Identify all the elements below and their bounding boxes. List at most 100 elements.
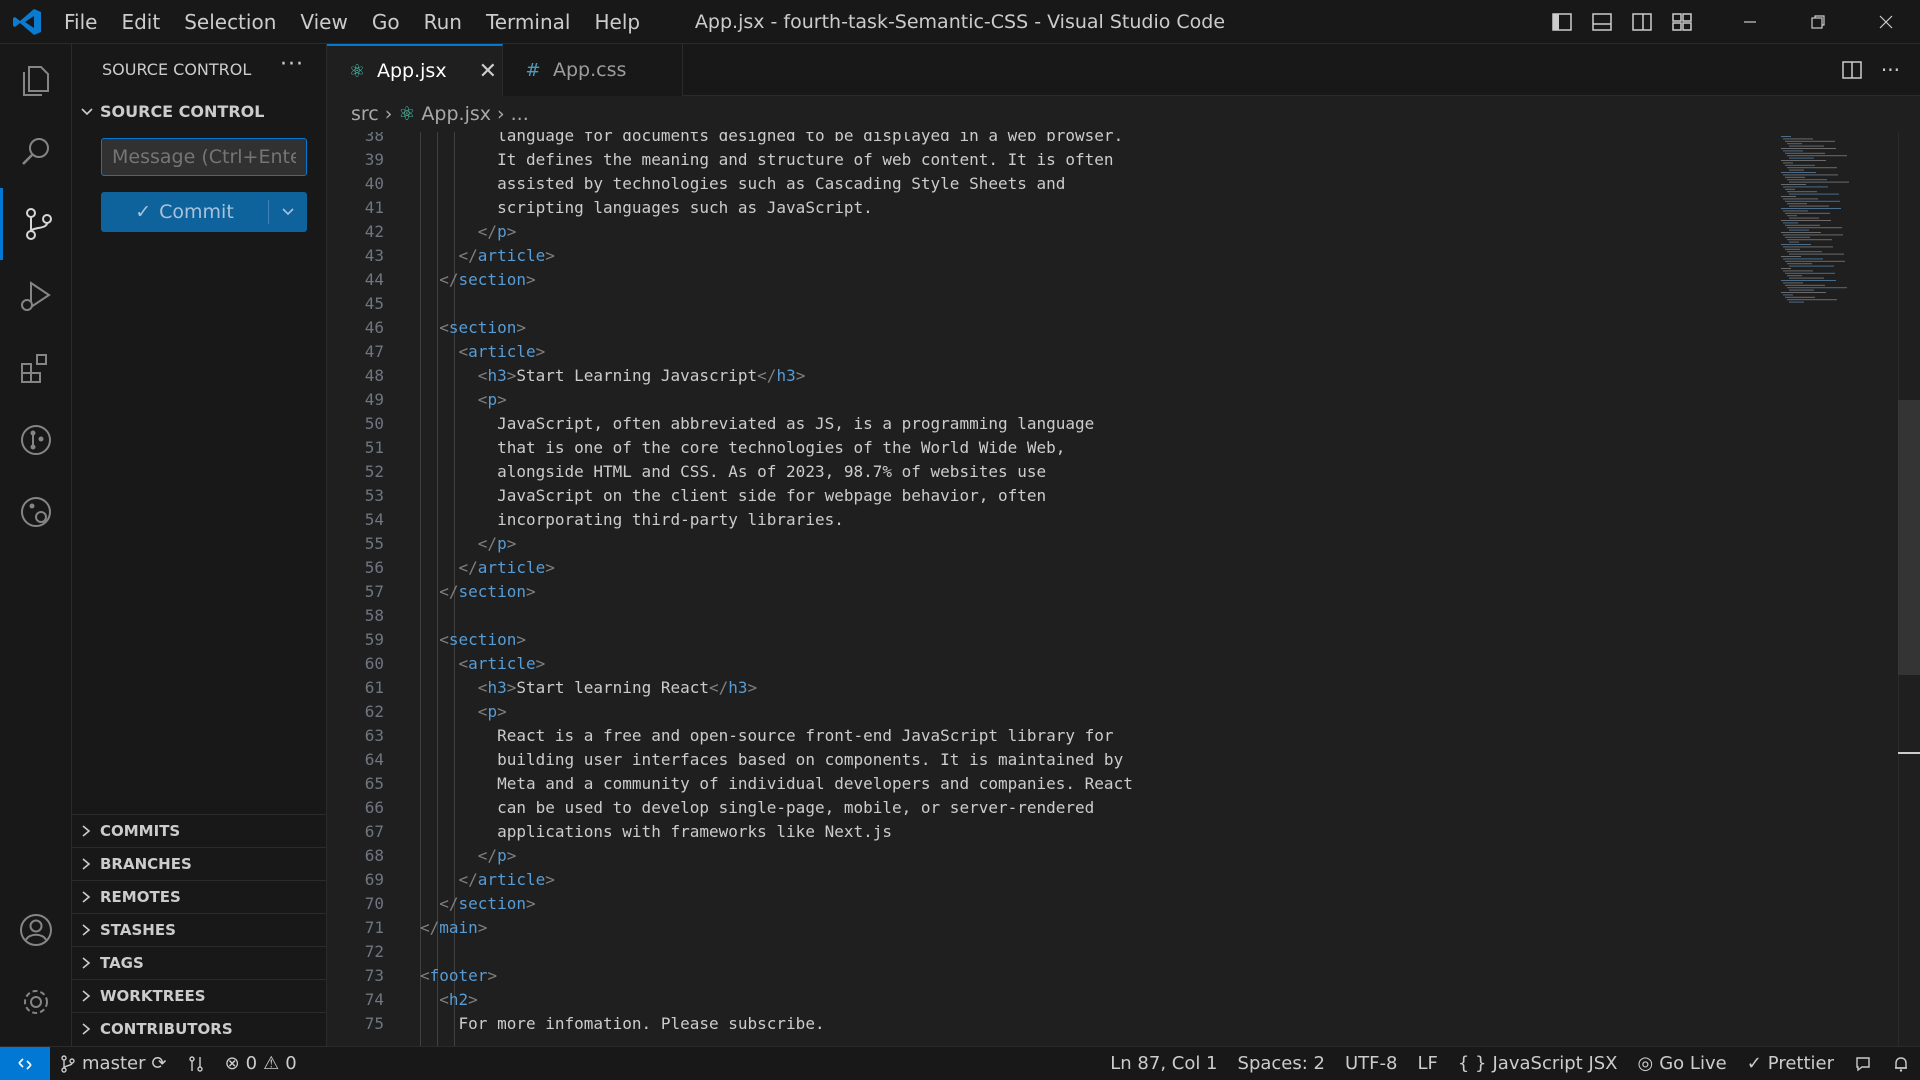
search-icon[interactable]: [0, 116, 72, 188]
panel-branches[interactable]: BRANCHES: [72, 847, 327, 880]
text-token: Start Learning Javascript: [516, 366, 758, 385]
cursor-position[interactable]: Ln 87, Col 1: [1100, 1047, 1227, 1080]
gitlens-inspect-icon[interactable]: [0, 476, 72, 548]
minimap-line: [1787, 155, 1847, 157]
panel-commits[interactable]: COMMITS: [72, 814, 327, 847]
tag-bracket: <: [477, 678, 488, 697]
menu-bar: File Edit Selection View Go Run Terminal Help: [52, 0, 652, 44]
code-editor[interactable]: 38 language for documents designed to be…: [327, 132, 1920, 1046]
panel-stashes[interactable]: STASHES: [72, 913, 327, 946]
code-line: 44 </section>: [327, 268, 1827, 292]
minimap-line: [1781, 148, 1836, 149]
language-mode[interactable]: { } JavaScript JSX: [1448, 1047, 1628, 1080]
toggle-secondary-sidebar-icon[interactable]: [1622, 0, 1662, 44]
breadcrumb-folder[interactable]: src: [351, 103, 379, 125]
encoding[interactable]: UTF-8: [1335, 1047, 1407, 1080]
run-and-debug-icon[interactable]: [0, 260, 72, 332]
notifications-bell-icon[interactable]: [1882, 1047, 1920, 1080]
minimize-button[interactable]: [1716, 0, 1784, 44]
text-token: JavaScript, often abbreviated as JS, is …: [420, 414, 1095, 433]
remote-indicator-icon[interactable]: [0, 1046, 50, 1080]
commit-message-input[interactable]: [101, 138, 307, 176]
menu-item-go[interactable]: Go: [360, 0, 412, 44]
code-line: 59 <section>: [327, 628, 1827, 652]
tag-name: article: [477, 246, 546, 265]
menu-item-file[interactable]: File: [52, 0, 109, 44]
panel-remotes[interactable]: REMOTES: [72, 880, 327, 913]
line-number: 52: [364, 462, 384, 481]
minimap-line: [1783, 258, 1823, 260]
source-control-icon[interactable]: [0, 188, 72, 260]
text-token: incorporating third-party libraries.: [420, 510, 844, 529]
problems-status[interactable]: ⊗ 0 ⚠ 0: [215, 1047, 307, 1080]
sync-icon[interactable]: ⟳: [151, 1053, 166, 1074]
minimap[interactable]: [1776, 132, 1876, 332]
menu-item-view[interactable]: View: [288, 0, 359, 44]
explorer-icon[interactable]: [0, 44, 72, 116]
accounts-icon[interactable]: [0, 894, 72, 966]
code-line: 64 building user interfaces based on com…: [327, 748, 1827, 772]
more-actions-icon[interactable]: ···: [280, 52, 304, 77]
line-number: 57: [364, 582, 384, 601]
customize-layout-icon[interactable]: [1662, 0, 1702, 44]
restore-button[interactable]: [1784, 0, 1852, 44]
line-number: 58: [364, 606, 384, 625]
minimap-line: [1787, 143, 1802, 145]
menu-item-selection[interactable]: Selection: [172, 0, 288, 44]
braces-icon: { }: [1457, 1053, 1487, 1074]
title-bar-controls: [1542, 0, 1920, 44]
source-control-section[interactable]: SOURCE CONTROL: [80, 102, 264, 121]
tag-name: h3: [487, 678, 507, 697]
minimap-line: [1781, 184, 1806, 185]
line-number: 72: [364, 942, 384, 961]
code-text: <p>: [420, 388, 507, 412]
menu-item-run[interactable]: Run: [412, 0, 474, 44]
indentation[interactable]: Spaces: 2: [1228, 1047, 1335, 1080]
branch-status[interactable]: master ⟳: [50, 1047, 177, 1080]
tab-app-css[interactable]: # App.css: [503, 44, 683, 96]
tab-app-jsx[interactable]: ⚛ App.jsx ✕: [327, 44, 503, 96]
vertical-scrollbar[interactable]: [1898, 132, 1920, 1046]
close-icon[interactable]: ✕: [479, 59, 497, 84]
line-number: 38: [364, 132, 384, 145]
tag-name: main: [439, 918, 478, 937]
more-actions-icon[interactable]: ···: [1881, 58, 1900, 82]
panel-worktrees[interactable]: WORKTREES: [72, 979, 327, 1012]
code-text: <p>: [420, 700, 507, 724]
breadcrumb-file[interactable]: App.jsx: [421, 103, 491, 125]
panel-contributors[interactable]: CONTRIBUTORS: [72, 1012, 327, 1045]
commit-button[interactable]: ✓ Commit: [101, 192, 268, 232]
code-line: 39 It defines the meaning and structure …: [327, 148, 1827, 172]
code-line: 57 </section>: [327, 580, 1827, 604]
tag-bracket: <: [420, 966, 430, 985]
git-graph-status[interactable]: [177, 1047, 215, 1080]
feedback-icon[interactable]: [1844, 1047, 1882, 1080]
commit-dropdown-button[interactable]: [269, 192, 307, 232]
extensions-icon[interactable]: [0, 332, 72, 404]
git-graph-icon[interactable]: [0, 404, 72, 476]
go-live-button[interactable]: ◎ Go Live: [1628, 1047, 1737, 1080]
breadcrumb-more[interactable]: ...: [511, 103, 529, 125]
scrollbar-thumb[interactable]: [1898, 400, 1920, 675]
toggle-primary-sidebar-icon[interactable]: [1542, 0, 1582, 44]
end-of-line[interactable]: LF: [1407, 1047, 1447, 1080]
line-number: 42: [364, 222, 384, 241]
panel-tags[interactable]: TAGS: [72, 946, 327, 979]
code-line: 41 scripting languages such as JavaScrip…: [327, 196, 1827, 220]
tag-name: section: [448, 318, 517, 337]
close-window-button[interactable]: [1852, 0, 1920, 44]
menu-item-terminal[interactable]: Terminal: [474, 0, 583, 44]
code-line: 40 assisted by technologies such as Casc…: [327, 172, 1827, 196]
toggle-panel-icon[interactable]: [1582, 0, 1622, 44]
prettier-status[interactable]: ✓ Prettier: [1737, 1047, 1844, 1080]
text-token: JavaScript on the client side for webpag…: [420, 486, 1047, 505]
minimap-line: [1783, 294, 1793, 296]
settings-gear-icon[interactable]: [0, 966, 72, 1038]
menu-item-edit[interactable]: Edit: [109, 0, 172, 44]
code-line: 48 <h3>Start Learning Javascript</h3>: [327, 364, 1827, 388]
split-editor-icon[interactable]: [1841, 59, 1863, 81]
menu-item-help[interactable]: Help: [582, 0, 652, 44]
code-line: 74 <h2>: [327, 988, 1827, 1012]
tag-bracket: </: [439, 582, 459, 601]
